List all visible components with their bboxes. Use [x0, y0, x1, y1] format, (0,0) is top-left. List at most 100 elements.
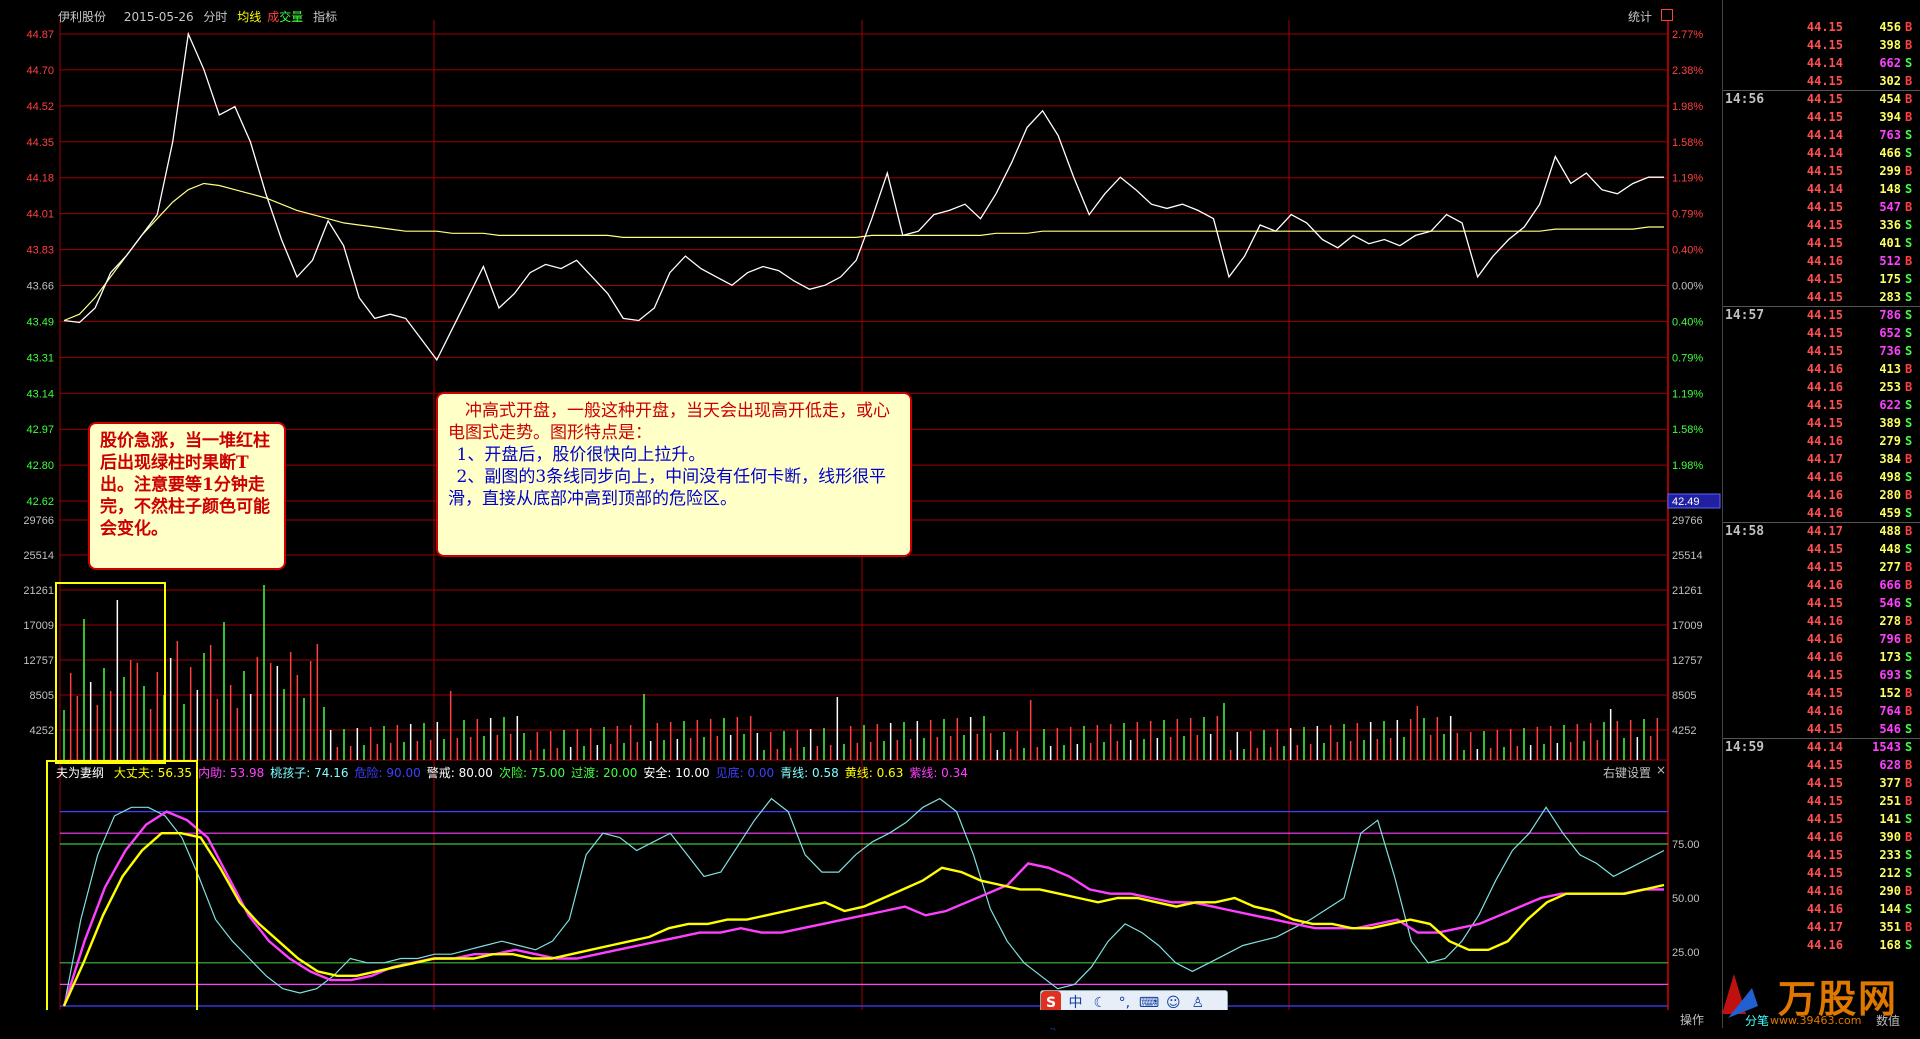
tick-row[interactable]: 44.15 175 S — [1723, 272, 1920, 290]
tick-row[interactable]: 44.15 212 S — [1723, 866, 1920, 884]
tick-row[interactable]: 44.15 398 B — [1723, 38, 1920, 56]
tick-row[interactable]: 44.15 736 S — [1723, 344, 1920, 362]
tick-row[interactable]: 44.15 652 S — [1723, 326, 1920, 344]
tick-direction: S — [1905, 434, 1913, 448]
tick-volume: 652 — [1879, 326, 1901, 340]
close-icon[interactable] — [1661, 9, 1673, 21]
tick-row[interactable]: 44.17 351 B — [1723, 920, 1920, 938]
tick-price: 44.14 — [1806, 740, 1843, 754]
indicator-tick-label: 75.00 — [1672, 839, 1700, 851]
tick-row[interactable]: 14:56 44.15 454 B — [1723, 92, 1920, 110]
callout-right-line2: 1、开盘后，股价很快向上拉升。 — [456, 445, 706, 465]
tick-row[interactable]: 44.16 666 B — [1723, 578, 1920, 596]
tick-row[interactable]: 44.16 173 S — [1723, 650, 1920, 668]
tick-row[interactable]: 44.14 466 S — [1723, 146, 1920, 164]
tick-row[interactable]: 44.16 253 B — [1723, 380, 1920, 398]
tick-row[interactable]: 44.15 233 S — [1723, 848, 1920, 866]
tick-row[interactable]: 44.15 299 B — [1723, 164, 1920, 182]
price-tick-label: 43.49 — [26, 316, 54, 328]
indicator-settings[interactable]: 右键设置 — [1603, 764, 1651, 781]
chart-area[interactable]: 44.87 2.77% 44.70 2.38% 44.52 1.98% 44.35 1.58%… — [0, 0, 1722, 1035]
tick-row[interactable]: 44.15 693 S — [1723, 668, 1920, 686]
tick-row[interactable]: 44.14 148 S — [1723, 182, 1920, 200]
tick-row[interactable]: 44.16 278 B — [1723, 614, 1920, 632]
tick-volume: 466 — [1879, 146, 1901, 160]
tick-row[interactable]: 44.15 377 B — [1723, 776, 1920, 794]
volume-tick-label: 12757 — [23, 655, 54, 667]
tick-row[interactable]: 44.15 152 B — [1723, 686, 1920, 704]
indicator-item-6: 过渡: 20.00 — [571, 766, 638, 780]
indicator-toggle[interactable]: 指标 — [313, 10, 337, 24]
tick-volume: 144 — [1879, 902, 1901, 916]
price-line — [63, 31, 1664, 362]
tick-direction: S — [1905, 650, 1913, 664]
tick-row[interactable]: 44.15 389 S — [1723, 416, 1920, 434]
tick-price: 44.15 — [1806, 74, 1843, 88]
tick-price: 44.15 — [1806, 722, 1843, 736]
tick-row[interactable]: 44.16 512 B — [1723, 254, 1920, 272]
tick-direction: S — [1905, 668, 1913, 682]
tick-row[interactable]: 44.16 279 S — [1723, 434, 1920, 452]
tick-row[interactable]: 44.16 764 B — [1723, 704, 1920, 722]
tick-price: 44.15 — [1806, 326, 1843, 340]
pct-tick-label: 2.38% — [1672, 65, 1703, 77]
tick-time: 14:58 — [1725, 524, 1765, 539]
tick-row[interactable]: 14:57 44.15 786 S — [1723, 308, 1920, 326]
tick-row[interactable]: 44.15 277 B — [1723, 560, 1920, 578]
tick-price: 44.15 — [1806, 560, 1843, 574]
avg-line-toggle[interactable]: 均线 — [237, 10, 261, 24]
tick-price: 44.15 — [1806, 164, 1843, 178]
tick-volume: 401 — [1879, 236, 1901, 250]
tick-row[interactable]: 44.16 413 B — [1723, 362, 1920, 380]
tick-row[interactable]: 44.15 448 S — [1723, 542, 1920, 560]
tick-row[interactable]: 44.15 546 S — [1723, 596, 1920, 614]
vol-toggle-a[interactable]: 成 — [267, 10, 279, 24]
tick-row[interactable]: 44.15 394 B — [1723, 110, 1920, 128]
tick-row[interactable]: 44.16 280 B — [1723, 488, 1920, 506]
indicator-item-1: 内助: 53.98 — [198, 766, 265, 780]
indicator-close-icon[interactable]: × — [1656, 763, 1666, 777]
price-tick-label: 44.87 — [26, 29, 54, 41]
tick-volume: 398 — [1879, 38, 1901, 52]
tick-row[interactable]: 44.15 456 B — [1723, 20, 1920, 38]
pct-tick-label: 1.58% — [1672, 137, 1703, 149]
tick-price: 44.17 — [1806, 920, 1843, 934]
tick-volume: 488 — [1879, 524, 1901, 538]
tick-row[interactable]: 44.15 336 S — [1723, 218, 1920, 236]
pct-tick-label: 2.77% — [1672, 29, 1703, 41]
tick-row[interactable]: 44.15 628 B — [1723, 758, 1920, 776]
tick-direction: B — [1905, 920, 1913, 934]
tick-direction: S — [1905, 812, 1913, 826]
tick-row[interactable]: 44.15 251 B — [1723, 794, 1920, 812]
chart-header: 伊利股份 2015-05-26 分时 均线 成交量 指标 统计 — [0, 8, 1680, 26]
tick-row[interactable]: 44.17 384 B — [1723, 452, 1920, 470]
tick-row[interactable]: 14:59 44.14 1543 S — [1723, 740, 1920, 758]
tick-volume: 498 — [1879, 470, 1901, 484]
price-tick-label: 42.62 — [26, 496, 54, 508]
tick-row[interactable]: 44.15 622 S — [1723, 398, 1920, 416]
tick-list-panel[interactable]: 44.15 456 B 44.15 398 B 44.14 662 S 44.15 302 B 14:5… — [1722, 0, 1920, 1028]
tick-row[interactable]: 14:58 44.17 488 B — [1723, 524, 1920, 542]
tick-row[interactable]: 44.16 796 B — [1723, 632, 1920, 650]
tick-direction: B — [1905, 614, 1913, 628]
price-tick-label: 43.66 — [26, 280, 54, 292]
tick-row[interactable]: 44.16 168 S — [1723, 938, 1920, 956]
pct-tick-label: 1.98% — [1672, 101, 1703, 113]
vol-toggle-b[interactable]: 交量 — [279, 10, 303, 24]
tick-row[interactable]: 44.14 662 S — [1723, 56, 1920, 74]
tick-volume: 377 — [1879, 776, 1901, 790]
tick-price: 44.16 — [1806, 614, 1843, 628]
tick-row[interactable]: 44.15 401 S — [1723, 236, 1920, 254]
tick-row[interactable]: 44.16 144 S — [1723, 902, 1920, 920]
tick-row[interactable]: 44.15 141 S — [1723, 812, 1920, 830]
price-tick-label: 44.52 — [26, 101, 54, 113]
tick-row[interactable]: 44.14 763 S — [1723, 128, 1920, 146]
tick-row[interactable]: 44.15 547 B — [1723, 200, 1920, 218]
tick-row[interactable]: 44.16 390 B — [1723, 830, 1920, 848]
stats-button[interactable]: 统计 — [1628, 8, 1652, 25]
tick-row[interactable]: 44.16 498 S — [1723, 470, 1920, 488]
indicator-item-7: 安全: 10.00 — [643, 766, 710, 780]
volume-tick-label: 4252 — [30, 725, 54, 737]
tick-row[interactable]: 44.16 290 B — [1723, 884, 1920, 902]
tick-direction: B — [1905, 38, 1913, 52]
